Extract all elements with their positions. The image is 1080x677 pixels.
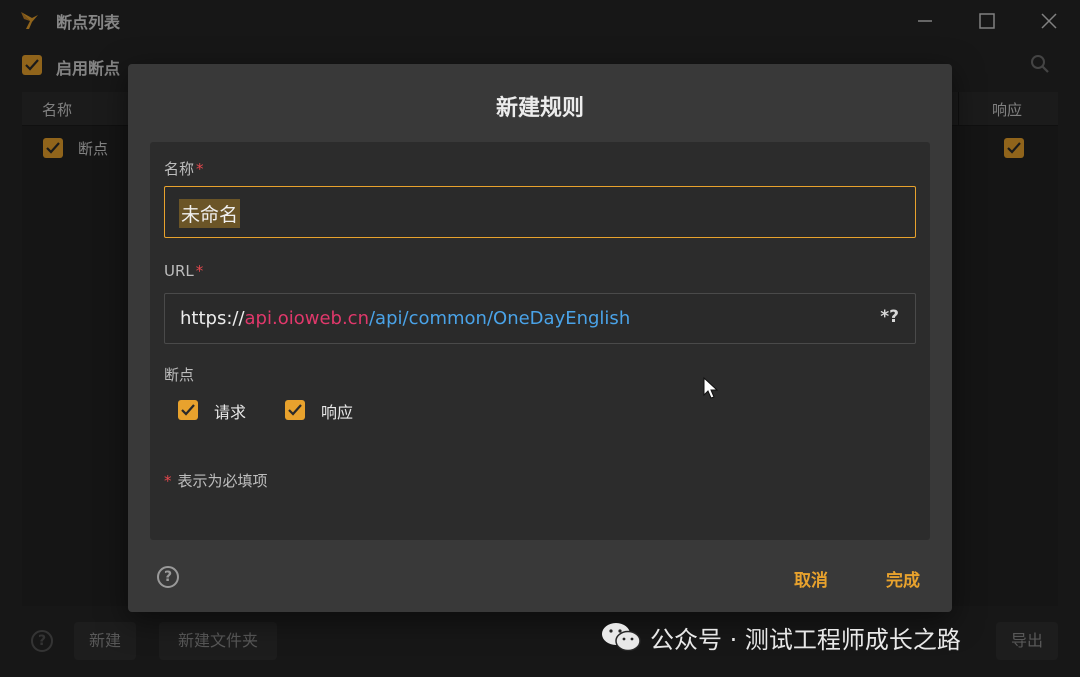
dialog-help-icon[interactable]: ? bbox=[157, 566, 179, 588]
watermark-text: 公众号 · 测试工程师成长之路 bbox=[650, 626, 961, 654]
check-icon bbox=[288, 404, 302, 416]
dialog-title: 新建规则 bbox=[495, 96, 584, 121]
url-label-text: URL bbox=[164, 262, 194, 280]
name-label-text: 名称 bbox=[164, 160, 195, 178]
done-button[interactable]: 完成 bbox=[886, 566, 920, 591]
mouse-cursor-icon bbox=[703, 377, 719, 399]
breakpoint-label: 断点 bbox=[164, 366, 195, 384]
form-panel: 名称 * 未命名 URL * https://api.oioweb.cn/api/c… bbox=[150, 142, 930, 540]
request-option[interactable]: 请求 bbox=[178, 398, 258, 422]
response-option[interactable]: 响应 bbox=[285, 398, 365, 422]
url-scheme: https:// bbox=[180, 308, 245, 329]
regex-toggle-button[interactable]: *? bbox=[880, 307, 899, 327]
required-marker: * bbox=[164, 472, 172, 490]
url-host: api.oioweb.cn bbox=[244, 308, 369, 329]
wechat-icon bbox=[602, 623, 641, 652]
url-field-label: URL * bbox=[164, 262, 203, 280]
url-input-value: https://api.oioweb.cn/api/common/OneDayE… bbox=[180, 308, 630, 329]
new-rule-dialog: 新建规则 名称 * 未命名 URL * https://api.oioweb.cn/… bbox=[128, 64, 952, 612]
name-field-label: 名称 * bbox=[164, 158, 204, 179]
name-input-value: 未命名 bbox=[179, 199, 241, 228]
name-input[interactable]: 未命名 bbox=[164, 186, 916, 238]
response-checkbox[interactable] bbox=[285, 400, 305, 420]
cancel-button[interactable]: 取消 bbox=[794, 566, 828, 591]
check-icon bbox=[181, 404, 195, 416]
required-marker: * bbox=[196, 160, 204, 178]
required-note-text: 表示为必填项 bbox=[177, 472, 268, 490]
url-path: /api/common/OneDayEnglish bbox=[368, 308, 631, 329]
url-input[interactable]: https://api.oioweb.cn/api/common/OneDayE… bbox=[164, 293, 916, 344]
request-label: 请求 bbox=[214, 403, 247, 422]
response-label: 响应 bbox=[321, 403, 354, 422]
required-note: * 表示为必填项 bbox=[164, 470, 268, 491]
required-marker: * bbox=[195, 262, 204, 280]
request-checkbox[interactable] bbox=[178, 400, 198, 420]
